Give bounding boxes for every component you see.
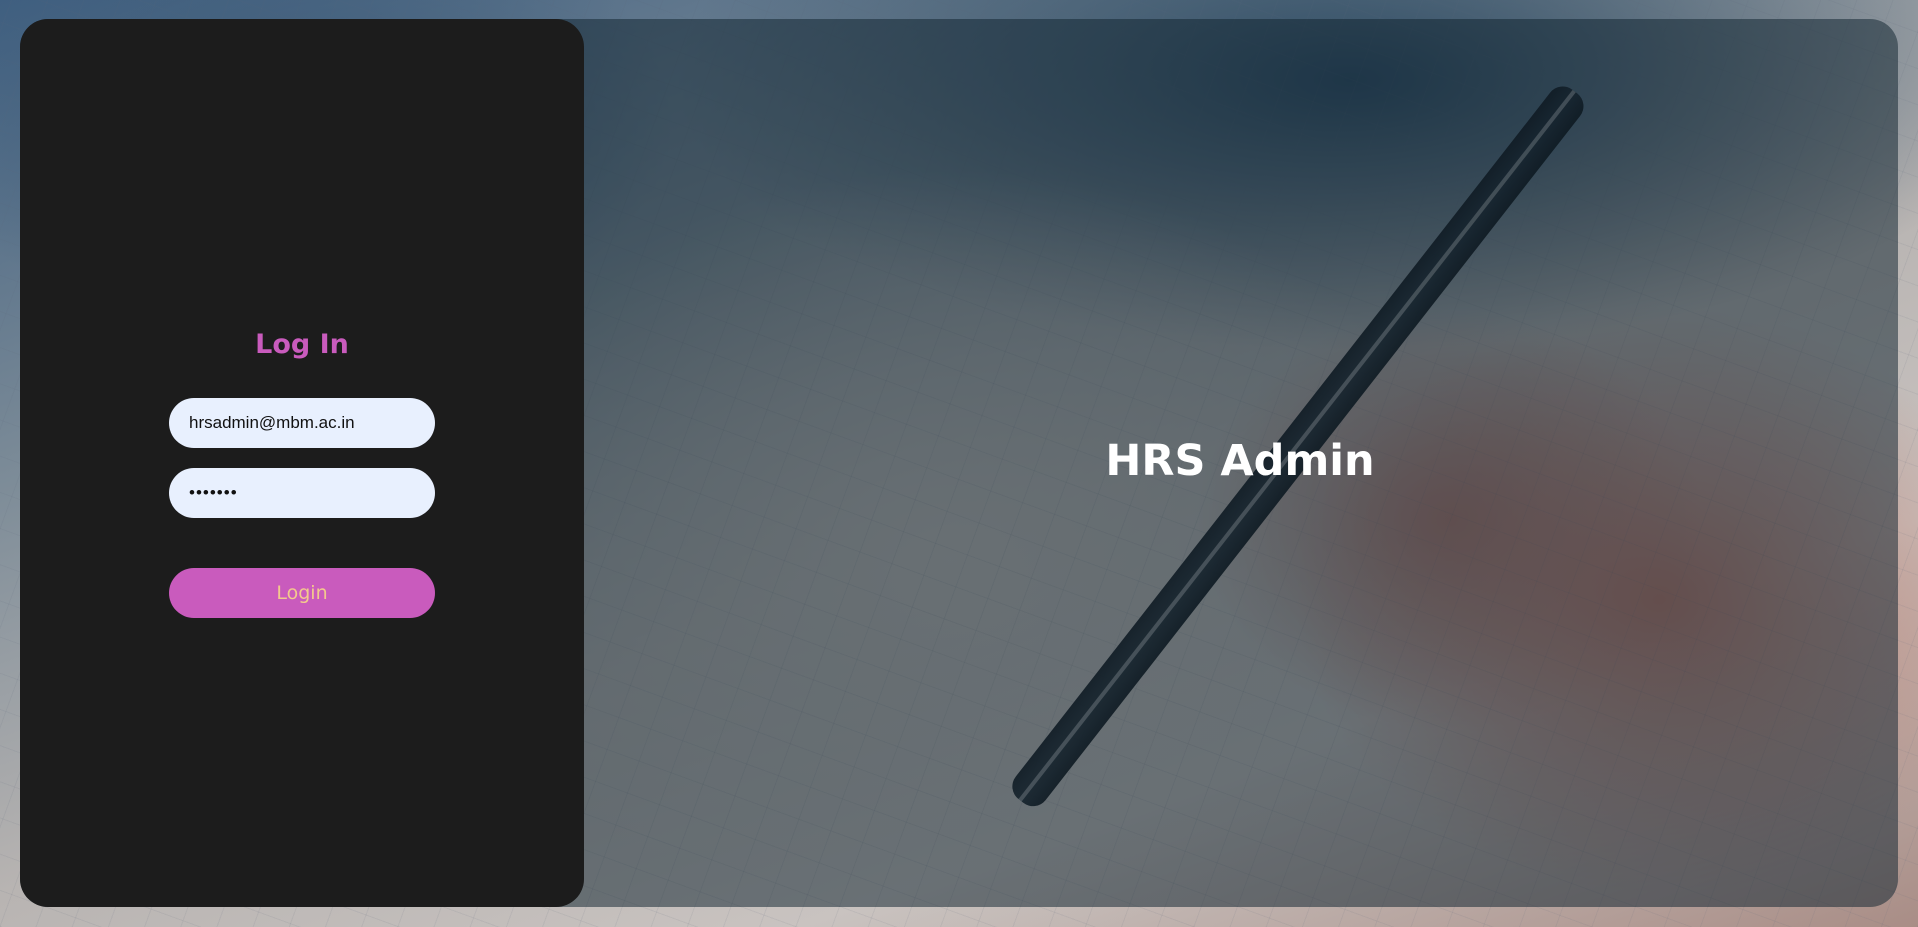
login-title: Log In [255,329,349,360]
login-panel: Log In Login [20,19,584,907]
login-page: Log In Login HRS Admin [0,0,1918,927]
email-field[interactable] [169,398,435,448]
app-title: HRS Admin [1105,436,1375,486]
password-field[interactable] [169,468,435,518]
login-button[interactable]: Login [169,568,435,618]
